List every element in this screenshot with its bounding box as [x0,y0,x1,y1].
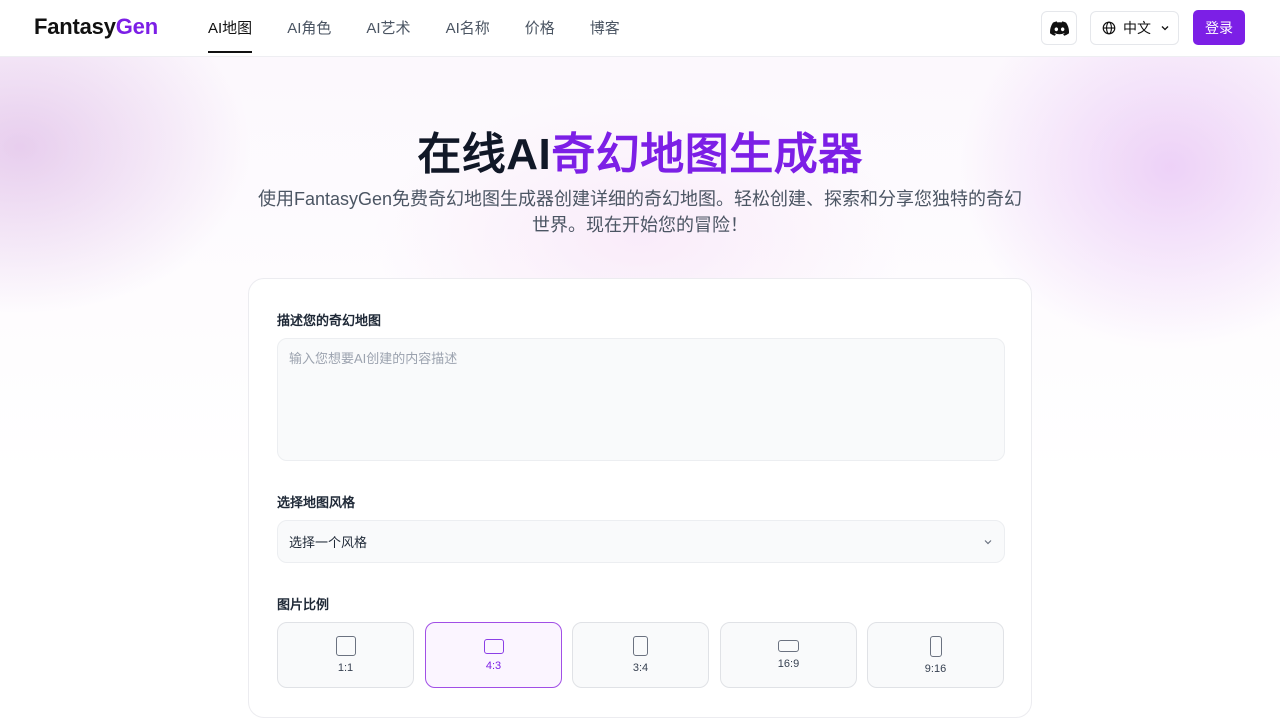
describe-textarea[interactable]: 输入您想要AI创建的内容描述 [277,338,1005,461]
ratio-options: 1:1 4:3 3:4 16:9 9:16 [277,622,1005,688]
language-label: 中文 [1123,20,1151,36]
title-accent: 奇幻地图生成器 [551,130,863,179]
ratio-option-3-4[interactable]: 3:4 [572,622,709,688]
landscape-icon [483,638,504,654]
widescreen-icon [778,640,799,652]
style-label: 选择地图风格 [277,495,356,510]
ratio-option-4-3[interactable]: 4:3 [425,622,562,688]
nav-ai-character[interactable]: AI角色 [287,0,331,57]
square-icon [335,636,356,656]
portrait-icon [633,636,648,656]
ratio-label-16-9: 16:9 [777,658,800,670]
style-select[interactable]: 选择一个风格 [277,520,1005,563]
nav-ai-name[interactable]: AI名称 [446,0,490,57]
describe-label: 描述您的奇幻地图 [277,313,382,328]
login-button[interactable]: 登录 [1193,10,1245,45]
logo[interactable]: FantasyGen [34,14,158,40]
logo-text-gen: Gen [115,14,158,39]
ratio-label-3-4: 3:4 [632,662,649,674]
style-select-value: 选择一个风格 [289,535,368,550]
top-navbar: FantasyGen AI地图 AI角色 AI艺术 AI名称 价格 博客 中文 … [0,0,1280,57]
title-plain: 在线AI [417,130,552,179]
ratio-label: 图片比例 [277,597,330,612]
ratio-label-9-16: 9:16 [924,662,947,675]
discord-button[interactable] [1041,11,1077,45]
generator-form-card: 描述您的奇幻地图 输入您想要AI创建的内容描述 选择地图风格 选择一个风格 图片… [248,278,1032,718]
page-subtitle: 使用FantasyGen免费奇幻地图生成器创建详细的奇幻地图。轻松创建、探索和分… [257,189,1023,235]
nav-pricing[interactable]: 价格 [525,0,555,57]
tall-portrait-icon [929,635,942,657]
ratio-option-9-16[interactable]: 9:16 [867,622,1004,688]
ratio-label-4-3: 4:3 [485,659,502,672]
chevron-down-icon [984,539,992,544]
nav-ai-art[interactable]: AI艺术 [366,0,410,57]
nav-ai-map[interactable]: AI地图 [208,0,253,57]
discord-icon [1049,20,1069,36]
main-nav: AI地图 AI角色 AI艺术 AI名称 价格 博客 [208,0,655,57]
logo-text-fantasy: Fantasy [34,14,116,39]
ratio-option-16-9[interactable]: 16:9 [720,622,857,688]
ratio-label-1-1: 1:1 [337,662,354,674]
chevron-down-icon [1161,26,1169,31]
language-selector[interactable]: 中文 [1090,11,1179,45]
ratio-option-1-1[interactable]: 1:1 [277,622,414,688]
page-title: 在线AI奇幻地图生成器 [0,118,1280,182]
nav-blog[interactable]: 博客 [590,0,620,57]
globe-icon [1102,21,1116,35]
